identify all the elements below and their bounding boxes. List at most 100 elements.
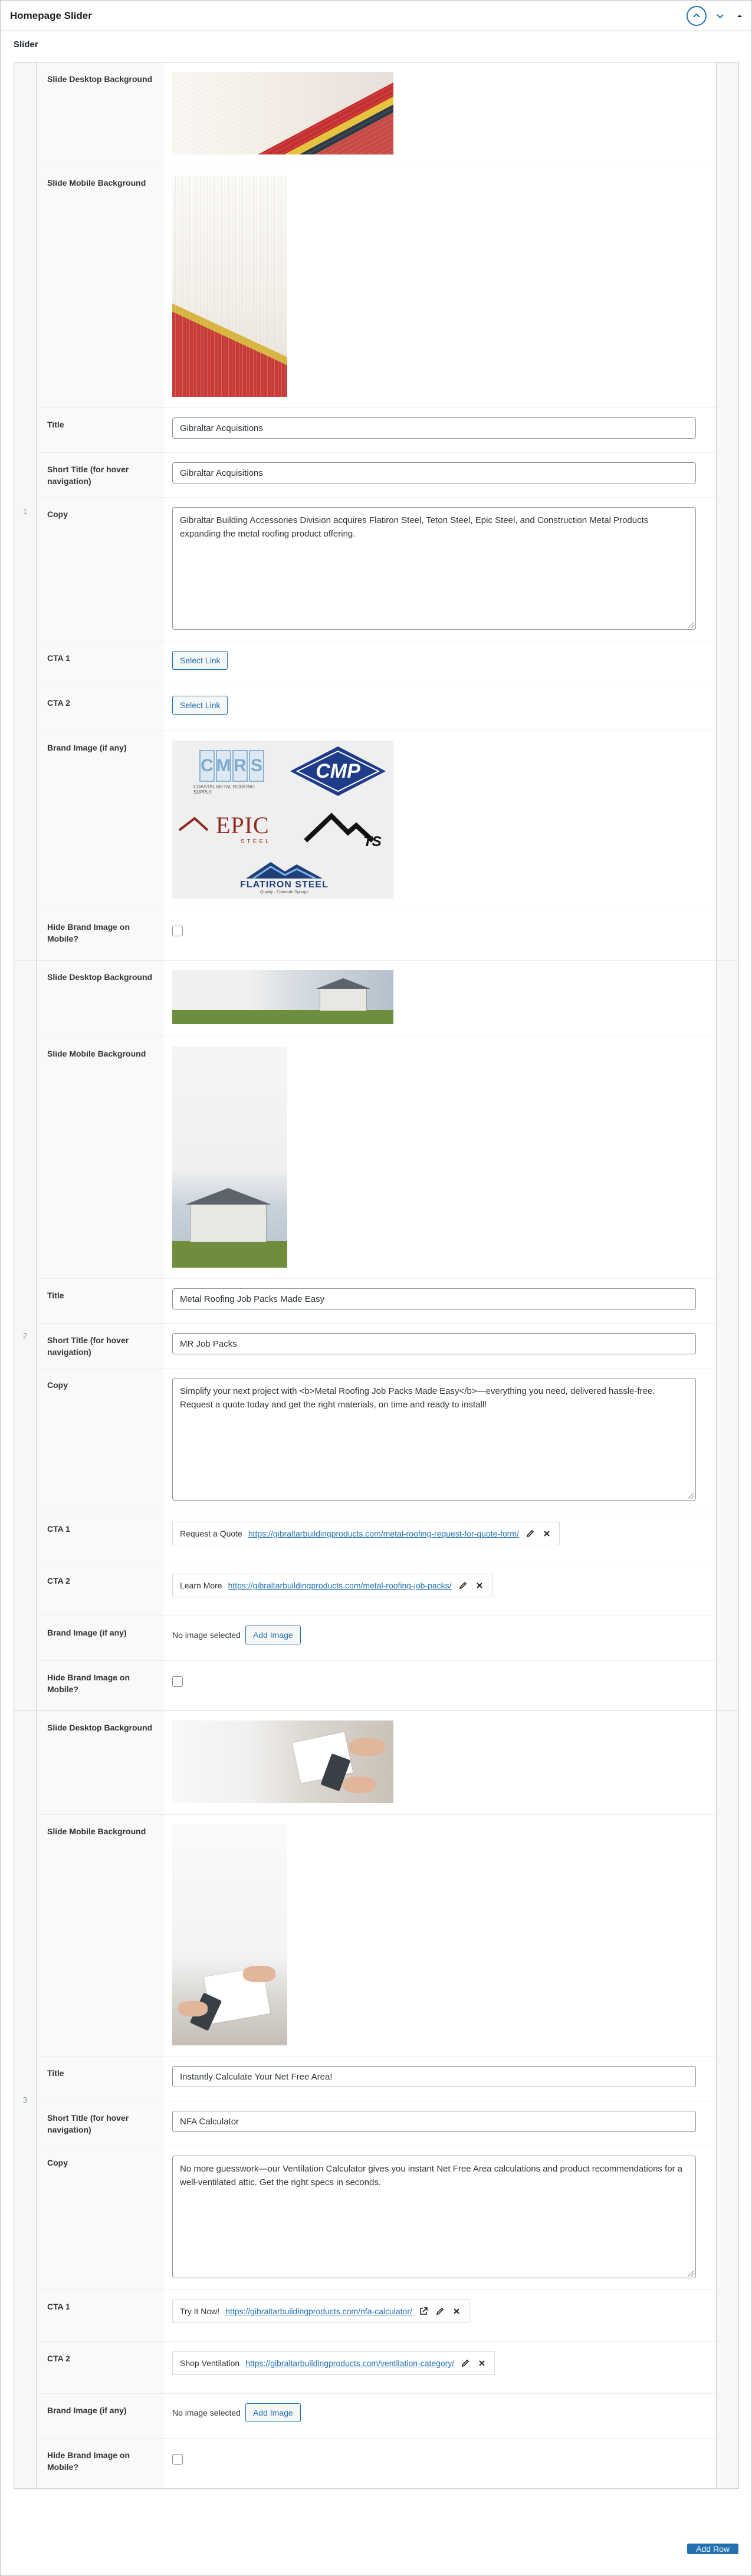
row-actions[interactable] <box>716 62 738 960</box>
hide-brand-checkbox[interactable] <box>172 2454 183 2465</box>
row-drag-handle[interactable]: 2 <box>14 960 37 1710</box>
slider-field-label: Slider <box>14 40 38 50</box>
field-desktop-bg: Slide Desktop Background <box>37 62 716 166</box>
field-label: Title <box>37 2057 163 2101</box>
link-url[interactable]: https://gibraltarbuildingproducts.com/nf… <box>225 2307 412 2316</box>
field-mobile-bg: Slide Mobile Background <box>37 1815 716 2057</box>
resize-handle-icon[interactable] <box>688 622 694 628</box>
field-label: Title <box>37 408 163 452</box>
add-image-button[interactable]: Add Image <box>245 1626 301 1644</box>
epic-steel-logo: EPIC STEEL <box>177 810 283 851</box>
field-title: Title Gibraltar Acquisitions <box>37 408 716 453</box>
toggle-panel-button[interactable] <box>734 6 746 26</box>
field-label: Slide Mobile Background <box>37 1037 163 1278</box>
flatiron-mountain-icon <box>246 861 323 879</box>
copy-textarea[interactable]: Simplify your next project with <b>Metal… <box>172 1378 696 1501</box>
field-short-title: Short Title (for hover navigation) MR Jo… <box>37 1324 716 1368</box>
field-label: Hide Brand Image on Mobile? <box>37 910 163 960</box>
slide-row: 2 Slide Desktop Background Slide Mobile … <box>14 960 738 1711</box>
add-image-button[interactable]: Add Image <box>245 2403 301 2422</box>
select-link-button[interactable]: Select Link <box>172 696 228 715</box>
slide-row: 1 Slide Desktop Background Slide Mobile … <box>14 62 738 960</box>
edit-icon[interactable] <box>458 1580 468 1591</box>
hide-brand-checkbox[interactable] <box>172 1676 183 1687</box>
field-label: Short Title (for hover navigation) <box>37 2101 163 2146</box>
field-copy: Copy Gibraltar Building Accessories Divi… <box>37 498 716 641</box>
row-actions[interactable] <box>716 1711 738 2488</box>
field-brand-image: Brand Image (if any) C M R S COASTAL MET… <box>37 731 716 910</box>
homepage-slider-panel: Homepage Slider Slider 1 Slide Desktop B… <box>0 0 752 2576</box>
remove-icon[interactable] <box>541 1528 552 1539</box>
no-image-text: No image selected <box>172 1630 241 1640</box>
edit-icon[interactable] <box>435 2306 445 2317</box>
field-title: Title Instantly Calculate Your Net Free … <box>37 2057 716 2101</box>
row-index: 2 <box>22 1331 28 1340</box>
add-row-button[interactable]: Add Row <box>687 2544 738 2554</box>
remove-icon[interactable] <box>474 1580 485 1591</box>
field-label: Brand Image (if any) <box>37 731 163 910</box>
mobile-bg-image[interactable] <box>172 1824 287 2045</box>
field-label: Copy <box>37 1368 163 1512</box>
move-up-button[interactable] <box>687 5 707 26</box>
copy-textarea[interactable]: Gibraltar Building Accessories Division … <box>172 507 696 630</box>
link-title: Request a Quote <box>180 1529 242 1538</box>
desktop-bg-image[interactable] <box>172 970 393 1024</box>
title-input[interactable]: Instantly Calculate Your Net Free Area! <box>172 2066 696 2087</box>
field-hide-brand: Hide Brand Image on Mobile? <box>37 910 716 960</box>
field-label: CTA 2 <box>37 1564 163 1616</box>
short-title-input[interactable]: MR Job Packs <box>172 1333 696 1354</box>
row-fields: Slide Desktop Background Slide Mobile Ba… <box>37 960 716 1710</box>
no-image-text: No image selected <box>172 2408 241 2417</box>
title-input[interactable]: Metal Roofing Job Packs Made Easy <box>172 1288 696 1310</box>
hide-brand-checkbox[interactable] <box>172 926 183 936</box>
short-title-input[interactable]: Gibraltar Acquisitions <box>172 462 696 483</box>
slider-repeater: 1 Slide Desktop Background Slide Mobile … <box>14 62 739 2489</box>
row-drag-handle[interactable]: 1 <box>14 62 37 960</box>
remove-icon[interactable] <box>451 2306 462 2317</box>
resize-handle-icon[interactable] <box>688 2271 694 2276</box>
link-url[interactable]: https://gibraltarbuildingproducts.com/me… <box>248 1529 519 1538</box>
link-title: Learn More <box>180 1581 222 1590</box>
ts-text: TS <box>363 834 382 850</box>
desktop-bg-image[interactable] <box>172 1720 393 1803</box>
add-row-container: Add Row <box>687 2539 738 2558</box>
flatiron-text: FLATIRON STEEL <box>240 879 329 890</box>
copy-textarea[interactable]: No more guesswork—our Ventilation Calcul… <box>172 2156 696 2278</box>
desktop-bg-image[interactable] <box>172 72 393 154</box>
caret-up-icon <box>737 14 742 17</box>
field-label: Slide Mobile Background <box>37 1815 163 2056</box>
edit-icon[interactable] <box>460 2358 471 2368</box>
ts-logo: TS <box>302 810 390 851</box>
field-label: Slide Desktop Background <box>37 62 163 166</box>
cta1-link: Request a Quote https://gibraltarbuildin… <box>172 1522 560 1545</box>
edit-icon[interactable] <box>525 1528 536 1539</box>
field-cta1: CTA 1 Select Link <box>37 641 716 686</box>
link-url[interactable]: https://gibraltarbuildingproducts.com/ve… <box>245 2358 454 2368</box>
row-drag-handle[interactable]: 3 <box>14 1711 37 2488</box>
field-label: Short Title (for hover navigation) <box>37 453 163 497</box>
brand-image[interactable]: C M R S COASTAL METAL ROOFING SUPPLY CMP… <box>172 741 393 899</box>
link-url[interactable]: https://gibraltarbuildingproducts.com/me… <box>228 1581 452 1590</box>
mobile-bg-image[interactable] <box>172 176 287 397</box>
field-label: Short Title (for hover navigation) <box>37 1324 163 1368</box>
resize-handle-icon[interactable] <box>688 1493 694 1499</box>
field-cta1: CTA 1 Request a Quote https://gibraltarb… <box>37 1512 716 1564</box>
field-label: Slide Mobile Background <box>37 166 163 407</box>
title-input[interactable]: Gibraltar Acquisitions <box>172 417 696 439</box>
short-title-input[interactable]: NFA Calculator <box>172 2111 696 2132</box>
copy-text: Simplify your next project with <b>Metal… <box>180 1386 655 1410</box>
select-link-button[interactable]: Select Link <box>172 651 228 670</box>
mobile-bg-image[interactable] <box>172 1047 287 1268</box>
external-link-icon[interactable] <box>418 2306 429 2317</box>
field-mobile-bg: Slide Mobile Background <box>37 1037 716 1279</box>
remove-icon[interactable] <box>477 2358 487 2368</box>
field-label: Brand Image (if any) <box>37 2394 163 2438</box>
copy-text: No more guesswork—our Ventilation Calcul… <box>180 2164 683 2187</box>
copy-text: Gibraltar Building Accessories Division … <box>180 515 649 539</box>
field-desktop-bg: Slide Desktop Background <box>37 960 716 1037</box>
field-label: CTA 1 <box>37 2290 163 2341</box>
field-hide-brand: Hide Brand Image on Mobile? <box>37 2439 716 2488</box>
move-down-button[interactable] <box>710 6 730 26</box>
field-label: Slide Desktop Background <box>37 960 163 1037</box>
row-actions[interactable] <box>716 960 738 1710</box>
